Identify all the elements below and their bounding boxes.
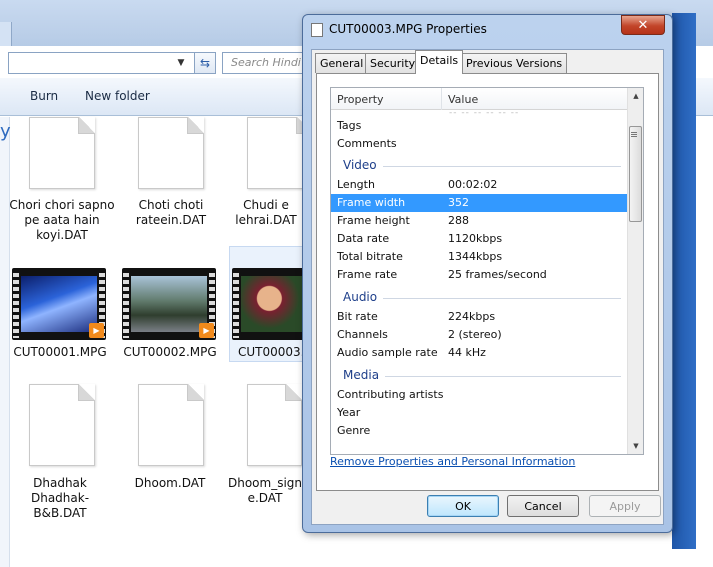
file-label[interactable]: Dhadhak Dhadhak-B&B.DAT (6, 476, 114, 521)
property-row[interactable]: Channels 2 (stereo) (331, 326, 629, 344)
tab-details[interactable]: Details (415, 50, 464, 74)
tab-security[interactable]: Security (365, 53, 421, 73)
property-row[interactable]: Bit rate 224kbps (331, 308, 629, 326)
property-row[interactable]: Genre (331, 422, 629, 440)
file-label[interactable]: Dhoom_sign e.DAT (226, 476, 304, 506)
new-folder-button[interactable]: New folder (85, 89, 150, 103)
explorer-close-icon[interactable] (0, 22, 12, 46)
ok-button[interactable]: OK (427, 495, 499, 517)
file-icon (311, 23, 323, 37)
value-column-header[interactable]: Value (448, 93, 478, 106)
burn-button[interactable]: Burn (30, 89, 58, 103)
property-value: 44 kHz (448, 346, 486, 359)
search-input[interactable]: Search Hindi (222, 52, 312, 74)
property-row[interactable]: Comments (331, 135, 629, 153)
scroll-down-icon[interactable]: ▼ (628, 438, 643, 454)
tab-general[interactable]: General (315, 53, 369, 73)
play-icon: ▶ (89, 323, 104, 338)
file-label[interactable]: Dhoom.DAT (116, 476, 224, 491)
file-label[interactable]: Choti choti rateein.DAT (117, 198, 225, 228)
property-name: Length (337, 178, 375, 191)
clipped-row: -- -- -- -- -- -- (449, 110, 520, 115)
scroll-thumb[interactable] (629, 126, 642, 222)
property-row[interactable]: Frame height 288 (331, 212, 629, 230)
properties-list[interactable]: Property Value -- -- -- -- -- -- Tags Co… (330, 87, 644, 455)
properties-dialog: CUT00003.MPG Properties ✕ General Securi… (302, 14, 673, 533)
vertical-scrollbar[interactable]: ▲ ▼ (627, 88, 643, 454)
property-name: Total bitrate (337, 250, 403, 263)
desktop-background (672, 13, 696, 549)
property-row[interactable]: Contributing artists (331, 386, 629, 404)
property-name: Genre (337, 424, 371, 437)
property-name: Comments (337, 137, 397, 150)
property-row[interactable]: Audio sample rate 44 kHz (331, 344, 629, 362)
property-row[interactable]: Tags (331, 117, 629, 135)
address-dropdown-icon[interactable]: ▼ (172, 52, 190, 74)
play-icon: ▶ (199, 323, 214, 338)
property-name: Bit rate (337, 310, 378, 323)
apply-button[interactable]: Apply (589, 495, 661, 517)
list-header: Property Value (331, 88, 629, 110)
property-row-selected[interactable]: Frame width 352 (331, 194, 629, 212)
property-row[interactable]: Data rate 1120kbps (331, 230, 629, 248)
file-label[interactable]: CUT00001.MPG (6, 345, 114, 360)
group-header-audio: Audio (331, 289, 629, 307)
refresh-icon[interactable]: ⇆ (194, 52, 216, 74)
property-name: Contributing artists (337, 388, 444, 401)
remove-properties-link[interactable]: Remove Properties and Personal Informati… (330, 455, 575, 468)
property-name: Year (337, 406, 361, 419)
property-row[interactable]: Frame rate 25 frames/second (331, 266, 629, 284)
group-header-media: Media (331, 367, 629, 385)
dialog-title: CUT00003.MPG Properties (329, 22, 487, 36)
video-thumbnail[interactable]: ▶ (12, 268, 106, 340)
property-column-header[interactable]: Property (337, 93, 384, 106)
property-name: Data rate (337, 232, 390, 245)
file-icon[interactable] (138, 117, 204, 189)
property-value: 2 (stereo) (448, 328, 502, 341)
search-placeholder: Search Hindi (231, 56, 301, 69)
property-value: 352 (448, 196, 469, 209)
file-label[interactable]: Chudi e lehrai.DAT (226, 198, 306, 228)
group-header-video: Video (331, 157, 629, 175)
property-value: 1120kbps (448, 232, 503, 245)
video-thumbnail[interactable]: ▶ (122, 268, 216, 340)
property-row[interactable]: Length 00:02:02 (331, 176, 629, 194)
property-name: Frame rate (337, 268, 398, 281)
property-row[interactable]: Year (331, 404, 629, 422)
property-value: 224kbps (448, 310, 496, 323)
property-name: Audio sample rate (337, 346, 438, 359)
file-label[interactable]: CUT00003.M (226, 345, 304, 360)
file-label[interactable]: CUT00002.MPG (116, 345, 224, 360)
file-label[interactable]: Chori chori sapno pe aata hain koyi.DAT (8, 198, 116, 243)
property-name: Channels (337, 328, 388, 341)
folder-heading: y (0, 121, 11, 142)
property-value: 25 frames/second (448, 268, 547, 281)
grip-icon (631, 132, 637, 138)
property-name: Frame width (337, 196, 406, 209)
property-value: 1344kbps (448, 250, 503, 263)
screen-edge (10, 549, 700, 567)
close-button[interactable]: ✕ (621, 15, 665, 35)
file-icon[interactable] (138, 384, 204, 466)
property-value: 00:02:02 (448, 178, 498, 191)
file-icon[interactable] (29, 384, 95, 466)
tab-previous-versions[interactable]: Previous Versions (461, 53, 568, 73)
property-row[interactable]: Total bitrate 1344kbps (331, 248, 629, 266)
property-name: Tags (337, 119, 362, 132)
scroll-up-icon[interactable]: ▲ (628, 88, 643, 104)
property-value: 288 (448, 214, 469, 227)
video-thumbnail[interactable] (232, 268, 304, 340)
cancel-button[interactable]: Cancel (507, 495, 579, 517)
property-name: Frame height (337, 214, 410, 227)
file-icon[interactable] (29, 117, 95, 189)
file-icon[interactable] (247, 384, 302, 466)
